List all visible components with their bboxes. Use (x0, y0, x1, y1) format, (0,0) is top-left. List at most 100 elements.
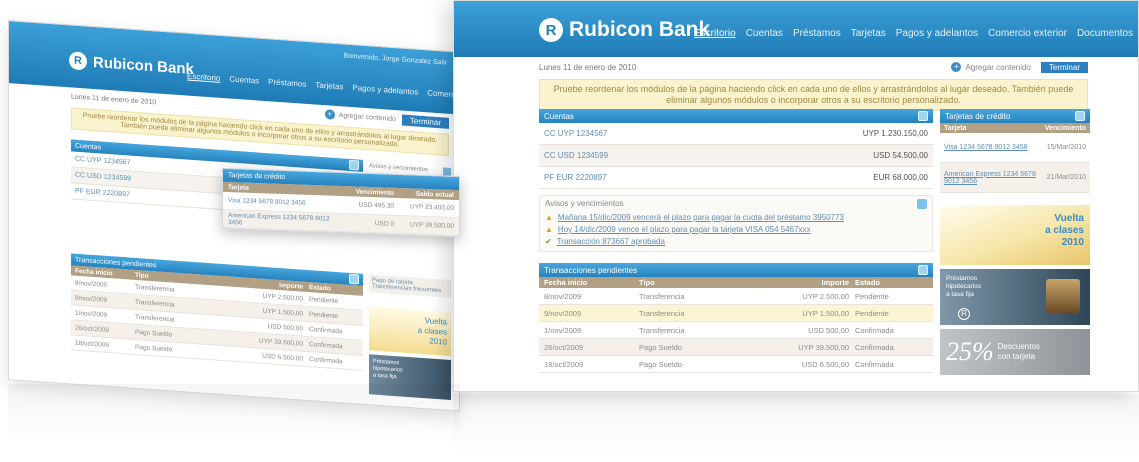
nav-comercio[interactable]: Comercio exterior (988, 28, 1067, 39)
promo-line: a clases (1045, 225, 1084, 236)
dragging-cards-module[interactable]: Tarjetas de crédito Tarjeta Vencimiento … (222, 167, 460, 238)
warning-icon: ▲ (545, 213, 553, 222)
cell-importe: USD 6.500,00 (262, 352, 303, 363)
alerts-title: Avisos y vencimientos (545, 199, 624, 208)
alerts-mini-title: Avisos y vencimientos (369, 163, 428, 174)
warning-icon: ▲ (545, 225, 553, 234)
promo-line: Descuentos (997, 342, 1040, 351)
cell-tipo: Pago Sueldo (135, 328, 173, 338)
accounts-title: Cuentas (544, 111, 574, 121)
panel-toggle-icon[interactable] (918, 265, 928, 275)
nav-escritorio[interactable]: Escritorio (694, 28, 736, 39)
accounts-header[interactable]: Cuentas (539, 109, 933, 123)
promo-line: 2010 (1061, 237, 1084, 248)
alert-text[interactable]: Transacción 873667 aprobada (557, 236, 665, 248)
table-row[interactable]: Visa 1234 5678 9012 3456 15/Mar/2010 (940, 133, 1090, 163)
cell-estado: Confirmada (309, 355, 343, 365)
promo-line: Vuelta (1054, 213, 1084, 224)
account-amount: EUR 68.000,00 (873, 173, 928, 182)
customize-notice: Pruebe reordenar los módulos de la págin… (539, 79, 1088, 111)
nav-tarjetas[interactable]: Tarjetas (315, 80, 343, 91)
account-name[interactable]: PF EUR 2220897 (544, 173, 607, 182)
cell-estado: Confirmada (309, 325, 343, 335)
check-icon: ✔ (545, 237, 552, 246)
promo-mortgage[interactable]: Préstamos hipotecarios a tasa fija R (940, 269, 1090, 325)
account-row[interactable]: CC UYP 1234567 UYP 1.230.150,00 (539, 123, 933, 145)
cell-fecha: 9/nov/2009 (75, 294, 108, 304)
cell-fecha: 1/nov/2009 (544, 325, 582, 335)
alert-item[interactable]: ▲ Mañana 15/dic/2009 vencerá el plazo pa… (545, 212, 927, 224)
nav-prestamos[interactable]: Préstamos (268, 77, 306, 89)
nav-pagos[interactable]: Pagos y adelantos (896, 28, 978, 39)
cell-tipo: Pago Sueldo (639, 359, 682, 369)
accounts-panel: Cuentas CC UYP 1234567 UYP 1.230.150,00 … (539, 109, 933, 189)
panel-toggle-icon[interactable] (917, 199, 927, 209)
current-date: Lunes 11 de enero de 2010 (71, 92, 157, 106)
cell-fecha: 9/nov/2009 (544, 308, 582, 318)
promo-back-to-school[interactable]: Vuelta a clases 2010 (940, 205, 1090, 265)
panel-toggle-icon[interactable] (1075, 111, 1085, 121)
alert-text[interactable]: Mañana 15/dic/2009 vencerá el plazo para… (558, 212, 844, 224)
user-line[interactable]: Bienvenido, Jorge Gonzalez Salir (343, 52, 447, 66)
col-vencimiento: Vencimiento (1044, 124, 1086, 132)
cell-estado: Pendiente (309, 310, 339, 320)
add-content-label: Agregar contenido (965, 62, 1031, 72)
promo-back-to-school[interactable]: Vuelta a clases 2010 (369, 306, 451, 356)
nav-cuentas[interactable]: Cuentas (229, 74, 259, 85)
alert-text[interactable]: Hoy 14/dic/2009 vence el plazo para paga… (558, 224, 811, 236)
card-name[interactable]: American Express 1234 5678 9012 3456 (944, 171, 1036, 185)
bank-name: Rubicon Bank (93, 53, 194, 78)
alerts-panel: Avisos y vencimientos ▲ Mañana 15/dic/20… (539, 195, 933, 252)
cell-fecha: 1/nov/2009 (75, 309, 108, 319)
alert-item[interactable]: ✔ Transacción 873667 aprobada (545, 236, 927, 248)
account-name[interactable]: CC UYP 1234567 (544, 129, 607, 138)
table-row[interactable]: 9/nov/2009 Transferencia UYP 1.500,00 Pe… (539, 305, 933, 322)
card-name[interactable]: Visa 1234 5678 9012 3456 (228, 197, 334, 208)
nav-tarjetas[interactable]: Tarjetas (851, 28, 886, 39)
add-content-button[interactable]: + Agregar contenido (324, 109, 396, 124)
card-due: USD 0 (374, 220, 394, 228)
accounts-title: Cuentas (75, 142, 102, 152)
pending-table-head: Fecha inicio Tipo Importe Estado (539, 277, 933, 288)
table-row[interactable]: 8/nov/2009 Transferencia UYP 2.500,00 Pe… (539, 288, 933, 305)
card-name[interactable]: Visa 1234 5678 9012 3456 (944, 144, 1036, 151)
nav-documentos[interactable]: Documentos (1077, 28, 1133, 39)
promo-discount[interactable]: 25% Descuentos con tarjeta (940, 329, 1090, 375)
account-row[interactable]: PF EUR 2220897 EUR 68.000,00 (539, 167, 933, 189)
account-name[interactable]: CC USD 1234599 (75, 172, 131, 183)
cell-estado: Confirmada (309, 340, 343, 350)
table-row[interactable]: American Express 1234 5678 9012 3456 21/… (940, 163, 1090, 193)
cell-tipo: Transferencia (639, 325, 685, 335)
cards-header[interactable]: Tarjetas de crédito (940, 109, 1090, 123)
add-content-button[interactable]: + Agregar contenido (951, 62, 1031, 72)
panel-toggle-icon[interactable] (349, 273, 359, 285)
alert-item[interactable]: ▲ Hoy 14/dic/2009 vence el plazo para pa… (545, 224, 927, 236)
finish-button[interactable]: Terminar (1040, 61, 1088, 73)
cell-tipo: Pago Sueldo (639, 342, 682, 352)
bank-logo[interactable]: R Rubicon Bank (69, 51, 194, 78)
account-row[interactable]: CC USD 1234599 USD 54.500,00 (539, 145, 933, 167)
cell-importe: UYP 39.500,00 (798, 342, 849, 352)
account-name[interactable]: PF EUR 2220897 (75, 188, 130, 199)
card-name[interactable]: American Express 1234 5678 9012 3456 (228, 212, 334, 230)
finish-button[interactable]: Terminar (401, 114, 449, 129)
account-name[interactable]: CC USD 1234599 (544, 151, 608, 160)
main-nav: Escritorio Cuentas Préstamos Tarjetas Pa… (694, 28, 1133, 39)
nav-prestamos[interactable]: Préstamos (793, 28, 841, 39)
bank-logo[interactable]: R Rubicon Bank (539, 18, 710, 42)
account-name[interactable]: CC UYP 1234567 (75, 156, 131, 167)
pending-header[interactable]: Transacciones pendientes (539, 263, 933, 277)
col-vencimiento: Vencimiento (355, 188, 394, 197)
cell-tipo: Transferencia (135, 298, 175, 309)
table-row[interactable]: 1/nov/2009 Transferencia USD 500,00 Conf… (539, 322, 933, 339)
cell-tipo: Transferencia (639, 291, 685, 301)
table-row[interactable]: 26/oct/2009 Pago Sueldo UYP 39.500,00 Co… (539, 339, 933, 356)
cell-tipo: Pago Sueldo (135, 343, 173, 353)
nav-cuentas[interactable]: Cuentas (746, 28, 783, 39)
panel-toggle-icon[interactable] (918, 111, 928, 121)
nav-escritorio[interactable]: Escritorio (187, 72, 220, 83)
table-row[interactable]: 18/oct/2009 Pago Sueldo USD 6.500,00 Con… (539, 356, 933, 373)
panel-toggle-icon[interactable] (349, 159, 359, 171)
nav-pagos[interactable]: Pagos y adelantos (352, 83, 418, 97)
cell-importe: USD 500,00 (267, 322, 303, 333)
